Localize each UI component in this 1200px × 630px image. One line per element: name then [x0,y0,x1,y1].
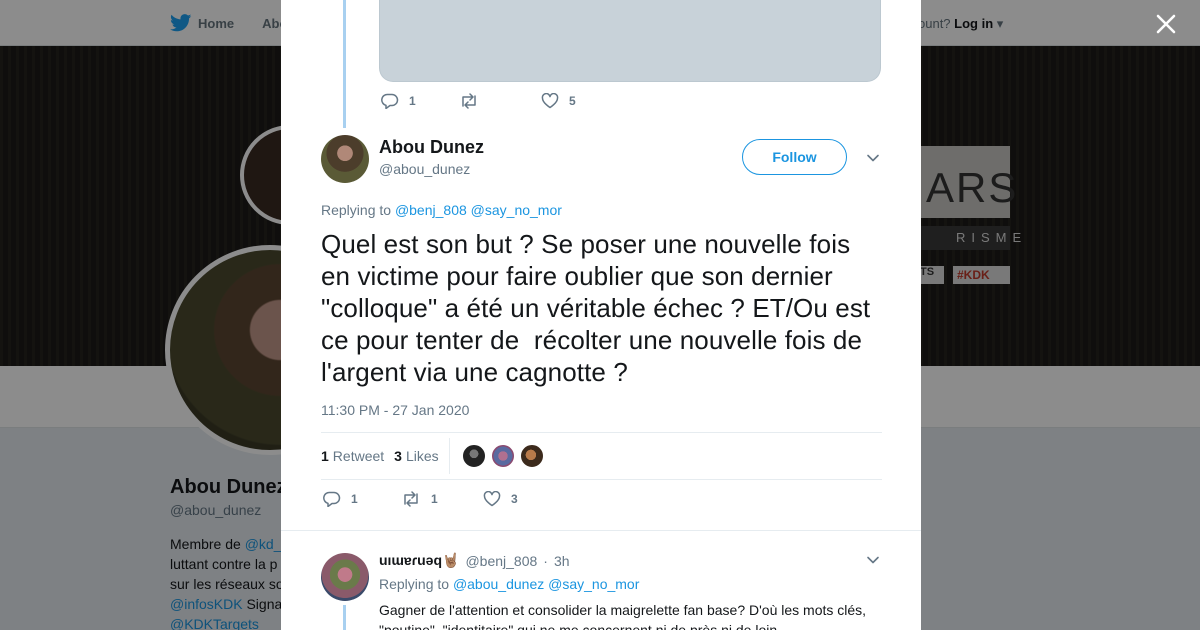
tweet-permalink-modal: 1 5 Abou Dunez @abou_dunez Follow Replyi… [281,0,921,630]
reply-author-handle[interactable]: @benj_808 [465,553,537,569]
like-stat-label: Likes [405,448,439,464]
reply-count: 1 [409,94,416,108]
like-stat[interactable]: 3 Likes [394,448,438,464]
close-icon[interactable] [1152,10,1180,38]
replying-to-mention[interactable]: @say_no_mor [548,576,639,592]
reply-thread-line [343,605,346,630]
replying-to-label: Replying to [321,202,395,218]
reply-author-name[interactable]: uıɯɐɾuǝq🤘🏽 [379,552,459,569]
follow-button[interactable]: Follow [742,139,847,175]
replying-to-mention[interactable]: @say_no_mor [471,202,562,218]
reply-separator: · [543,552,548,569]
chevron-down-icon[interactable] [865,151,881,165]
replying-to-label: Replying to [379,576,453,592]
reply-divider [281,530,921,531]
retweet-icon [404,491,418,507]
liker-avatar[interactable] [519,444,544,468]
previous-tweet-actions: 1 5 [381,93,576,109]
reply-count: 1 [351,492,358,506]
author-handle[interactable]: @abou_dunez [379,161,470,177]
reply-icon [323,491,341,507]
heart-icon [483,491,501,507]
like-count: 3 [511,492,518,506]
retweet-button[interactable] [459,93,541,109]
replying-to-mention[interactable]: @abou_dunez [453,576,544,592]
liker-avatar[interactable] [490,444,515,468]
author-name[interactable]: Abou Dunez [379,137,484,158]
reply-text: Gagner de l'attention et consolider la m… [379,602,867,630]
reply-button[interactable]: 1 [323,491,401,507]
like-count: 5 [569,94,576,108]
reply-button[interactable]: 1 [381,93,459,109]
tweet-actions: 1 1 3 [323,491,518,507]
conversation-thread-line [343,0,346,128]
retweet-count: 1 [431,492,438,506]
retweet-icon [462,93,476,109]
retweet-stat-label: Retweet [332,448,385,464]
reply-author-avatar[interactable] [321,553,369,601]
reply-icon [381,93,399,109]
reply-time[interactable]: 3h [554,553,570,569]
chevron-down-icon[interactable] [865,553,881,567]
heart-icon [541,93,559,109]
liker-avatar[interactable] [461,444,486,468]
replying-to-mention[interactable]: @benj_808 [395,202,467,218]
author-avatar[interactable] [321,135,369,183]
stats-divider [448,438,450,474]
reply-header: uıɯɐɾuǝq🤘🏽 @benj_808 · 3h [379,552,570,569]
reply-replying-to: Replying to @abou_dunez @say_no_mor [379,576,639,592]
tweet-text: Quel est son but ? Se poser une nouvelle… [321,229,878,387]
like-button[interactable]: 5 [541,93,576,109]
replying-to: Replying to @benj_808 @say_no_mor [321,202,562,218]
retweet-stat[interactable]: 1 Retweet [321,448,384,464]
previous-tweet-media[interactable] [379,0,881,82]
like-stat-count: 3 [394,448,402,464]
tweet-stats: 1 Retweet 3 Likes [321,432,882,480]
tweet-timestamp[interactable]: 11:30 PM - 27 Jan 2020 [321,402,469,418]
retweet-button[interactable]: 1 [401,491,483,507]
like-button[interactable]: 3 [483,491,518,507]
retweet-stat-count: 1 [321,448,329,464]
